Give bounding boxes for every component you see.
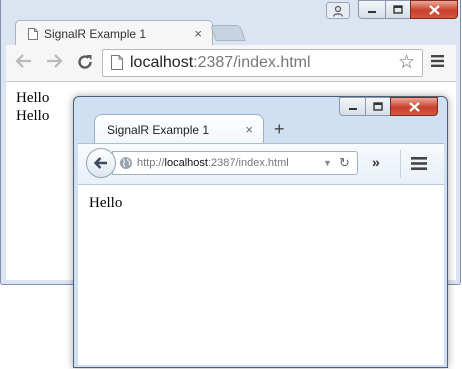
url-text: http://localhost:2387/index.html xyxy=(137,157,289,169)
message-line: Hello xyxy=(16,108,50,124)
message-line: Hello xyxy=(89,195,123,211)
reload-icon xyxy=(78,55,92,69)
close-icon xyxy=(428,4,440,15)
reload-icon[interactable]: ↻ xyxy=(339,155,350,171)
address-bar[interactable]: http://localhost:2387/index.html ▼ ↻ xyxy=(112,151,358,175)
tab-title: SignalR Example 1 xyxy=(44,26,147,41)
minimize-button[interactable] xyxy=(358,0,386,19)
back-button[interactable] xyxy=(15,53,33,72)
minimize-button[interactable] xyxy=(339,97,366,116)
profile-button[interactable] xyxy=(326,2,350,19)
firefox-toolbar: http://localhost:2387/index.html ▼ ↻ » xyxy=(78,143,444,184)
arrow-left-icon xyxy=(15,54,31,68)
minimize-icon xyxy=(368,10,376,13)
new-tab-button[interactable]: + xyxy=(274,119,285,140)
arrow-right-icon xyxy=(47,54,63,68)
arrow-left-icon xyxy=(93,157,107,169)
firefox-window: SignalR Example 1 × + http://localhost:2… xyxy=(73,96,448,368)
back-button[interactable] xyxy=(86,148,116,178)
new-tab-button[interactable] xyxy=(210,25,246,41)
overflow-chevron[interactable]: » xyxy=(372,154,380,170)
forward-button[interactable] xyxy=(45,53,63,72)
close-button[interactable] xyxy=(390,97,438,116)
chrome-titlebar[interactable]: SignalR Example 1 × xyxy=(1,0,460,46)
menu-button[interactable] xyxy=(431,54,444,72)
dropdown-arrow-icon[interactable]: ▼ xyxy=(323,158,332,168)
star-icon[interactable]: ☆ xyxy=(398,51,415,74)
address-bar[interactable]: localhost:2387/index.html ☆ xyxy=(102,49,423,77)
minimize-icon xyxy=(348,107,357,110)
menu-button[interactable] xyxy=(411,157,427,175)
maximize-icon xyxy=(373,102,383,111)
close-icon xyxy=(408,101,420,112)
tab-close-icon[interactable]: × xyxy=(194,26,202,41)
url-text: localhost:2387/index.html xyxy=(130,54,311,71)
page-content-firefox: Hello xyxy=(78,184,444,365)
tab-close-icon[interactable]: × xyxy=(245,122,253,137)
hamburger-menu-icon xyxy=(431,55,444,67)
toolbar-separator xyxy=(400,150,401,178)
hamburger-menu-icon xyxy=(411,157,427,170)
tab-signalr-chrome[interactable]: SignalR Example 1 × xyxy=(15,20,213,46)
maximize-button[interactable] xyxy=(385,0,411,19)
document-icon xyxy=(28,27,38,40)
reload-button[interactable] xyxy=(76,53,94,74)
maximize-button[interactable] xyxy=(365,97,391,116)
globe-icon xyxy=(120,157,132,169)
user-icon xyxy=(332,5,344,17)
chrome-toolbar: localhost:2387/index.html ☆ xyxy=(6,45,456,82)
message-line: Hello xyxy=(16,90,50,106)
page-icon xyxy=(111,55,123,70)
close-button[interactable] xyxy=(410,0,458,19)
tab-title: SignalR Example 1 xyxy=(107,122,210,137)
maximize-icon xyxy=(393,5,403,14)
tab-signalr-firefox[interactable]: SignalR Example 1 × xyxy=(94,114,264,144)
